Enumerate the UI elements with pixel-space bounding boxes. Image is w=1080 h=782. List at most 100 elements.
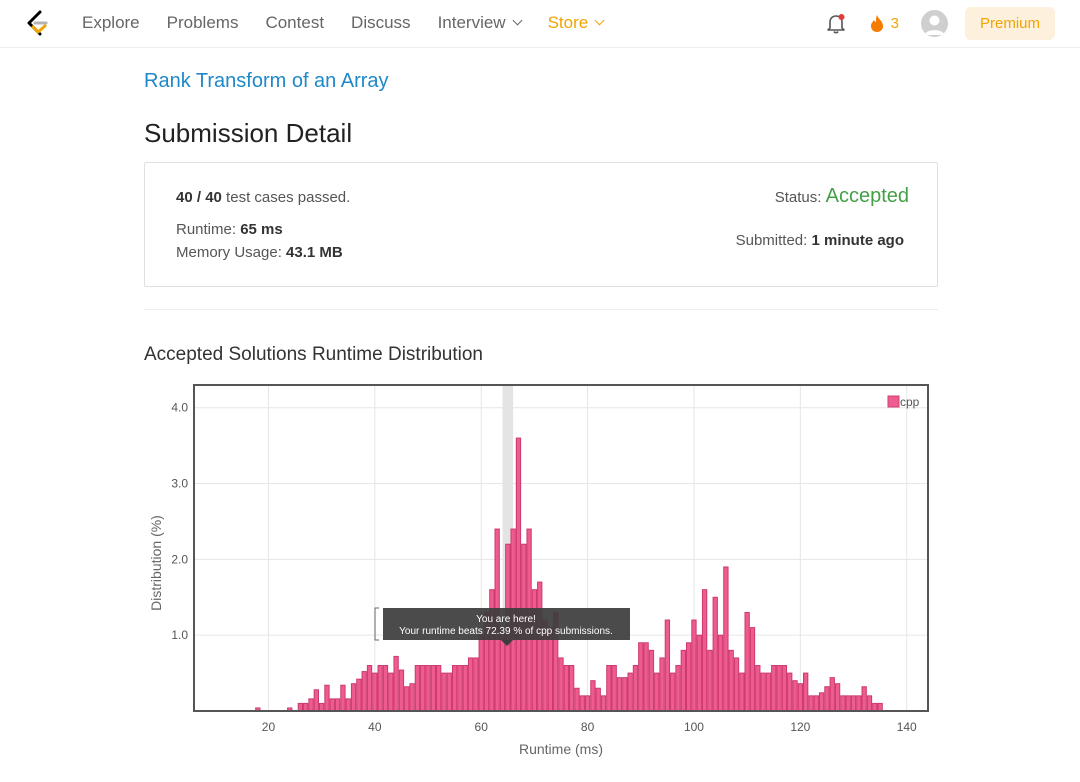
histogram-bar <box>829 677 835 712</box>
histogram-bar <box>420 665 426 712</box>
histogram-bar <box>675 665 681 712</box>
histogram-bar <box>515 437 522 712</box>
histogram-bar <box>334 698 341 712</box>
histogram-bar <box>760 672 766 712</box>
histogram-bar <box>350 683 357 712</box>
histogram-bar <box>648 649 655 712</box>
histogram-bar <box>744 611 750 712</box>
nav-store-label: Store <box>547 13 589 32</box>
histogram-bar <box>345 698 351 712</box>
leetcode-logo-icon[interactable] <box>22 8 52 38</box>
notification-bell-icon[interactable] <box>825 12 847 34</box>
histogram-bar <box>632 665 639 712</box>
submitted-row: Submitted: 1 minute ago <box>736 232 904 249</box>
histogram-bar <box>361 671 367 712</box>
histogram-bar <box>430 665 437 712</box>
nav-store[interactable]: Store <box>547 13 605 33</box>
status-badge[interactable]: Accepted <box>826 185 909 207</box>
nav-explore[interactable]: Explore <box>82 13 140 33</box>
top-nav: Explore Problems Contest Discuss Intervi… <box>0 0 1080 48</box>
cases-total: 40 <box>205 189 222 206</box>
histogram-bar <box>451 665 458 712</box>
histogram-bar <box>356 678 362 712</box>
nav-problems[interactable]: Problems <box>167 13 239 33</box>
memory-row: Memory Usage: 43.1 MB <box>176 244 343 261</box>
x-tick-label: 120 <box>790 720 810 734</box>
problem-title-link[interactable]: Rank Transform of an Array <box>144 70 389 93</box>
histogram-bar <box>808 695 814 712</box>
histogram-bar <box>414 665 421 712</box>
histogram-bar <box>861 686 867 712</box>
histogram-bar <box>579 695 585 712</box>
x-tick-label: 80 <box>581 720 595 734</box>
histogram-bar <box>845 695 851 712</box>
histogram-bar <box>377 665 383 712</box>
memory-value: 43.1 MB <box>286 244 343 261</box>
histogram-bar <box>749 627 756 712</box>
x-tick-label: 60 <box>475 720 489 734</box>
histogram-bar <box>834 683 841 712</box>
premium-button[interactable]: Premium <box>964 6 1055 40</box>
histogram-bar <box>664 619 671 712</box>
histogram-bar <box>723 566 729 712</box>
histogram-bar <box>584 695 591 712</box>
histogram-bar <box>372 672 378 712</box>
histogram-bar <box>568 665 575 712</box>
cases-separator: / <box>192 189 206 206</box>
status-row: Status: Accepted <box>775 185 909 208</box>
histogram-bar <box>824 686 830 712</box>
histogram-bar <box>840 695 846 712</box>
legend-swatch <box>887 395 900 408</box>
submitted-value: 1 minute ago <box>811 232 904 249</box>
histogram-bar <box>866 695 873 712</box>
histogram-bar <box>728 649 734 712</box>
nav-interview-label: Interview <box>437 13 506 32</box>
histogram-bar <box>685 642 692 712</box>
histogram-bar <box>606 665 612 712</box>
histogram-bar <box>366 665 373 712</box>
status-label: Status: <box>774 189 826 206</box>
histogram-bar <box>739 672 745 712</box>
histogram-bar <box>638 642 644 712</box>
runtime-label: Runtime: <box>176 221 241 238</box>
histogram-bar <box>600 695 607 712</box>
nav-contest[interactable]: Contest <box>265 13 324 33</box>
histogram-bar <box>717 634 724 712</box>
histogram-bar <box>441 672 447 712</box>
histogram-bar <box>643 642 649 712</box>
nav-explore-label: Explore <box>82 13 140 32</box>
legend-label[interactable]: cpp <box>900 395 920 409</box>
histogram-bar <box>574 687 580 712</box>
runtime-distribution-chart: 20 40 60 80 100 120 140 1.0 2.0 3.0 4.0 Runtime (m… <box>148 384 929 757</box>
nav-discuss-label: Discuss <box>351 13 411 32</box>
histogram-bar <box>781 665 788 712</box>
nav-interview[interactable]: Interview <box>437 13 523 33</box>
nav-discuss[interactable]: Discuss <box>351 13 411 33</box>
streak-counter[interactable]: 3 <box>869 14 899 33</box>
memory-label: Memory Usage: <box>176 244 287 261</box>
avatar[interactable] <box>920 9 948 37</box>
histogram-bar <box>409 683 415 712</box>
histogram-bar <box>340 684 346 712</box>
histogram-bar <box>478 634 484 712</box>
histogram-bar <box>388 672 394 712</box>
y-tick-label: 1.0 <box>171 628 188 642</box>
cases-passed: 40 <box>176 189 193 206</box>
runtime-row: Runtime: 65 ms <box>176 221 283 238</box>
histogram-bar <box>877 702 883 712</box>
histogram-bar <box>803 672 809 712</box>
histogram-bar <box>616 677 623 712</box>
histogram-bar <box>558 657 564 712</box>
histogram-bar <box>590 680 596 712</box>
nav-problems-label: Problems <box>166 13 239 32</box>
histogram-bar <box>446 672 452 712</box>
chart-title: Accepted Solutions Runtime Distribution <box>144 344 484 365</box>
histogram-bar <box>771 665 777 712</box>
histogram-bar <box>701 589 708 712</box>
histogram-bar <box>712 596 718 712</box>
histogram-bar <box>872 702 878 712</box>
streak-count: 3 <box>890 14 899 32</box>
histogram-bar <box>813 695 819 712</box>
user-icon <box>924 15 945 35</box>
histogram-bar <box>659 657 665 712</box>
